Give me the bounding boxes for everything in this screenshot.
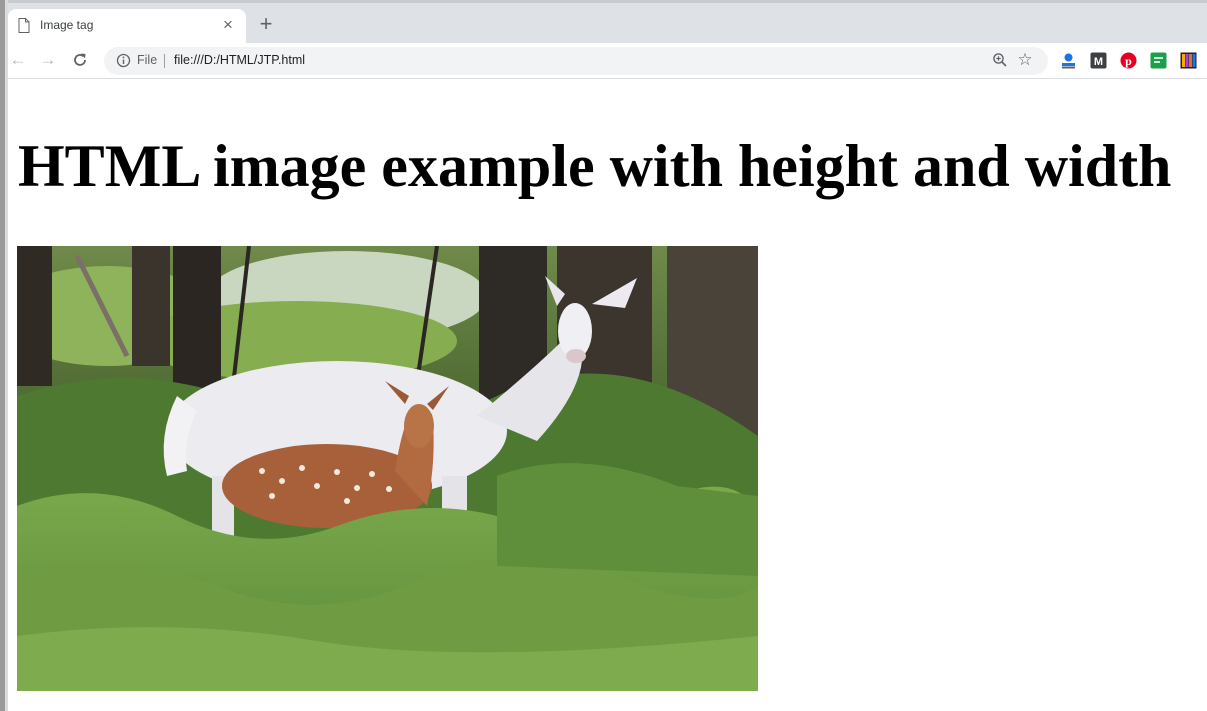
browser-toolbar: ← → File file:///D:/HTML/JTP.html ☆ M p	[8, 43, 1207, 79]
close-icon[interactable]: ×	[220, 15, 236, 35]
info-icon[interactable]	[116, 53, 131, 68]
address-bar[interactable]: File file:///D:/HTML/JTP.html ☆	[104, 47, 1048, 75]
tab-title: Image tag	[40, 18, 94, 32]
page-icon	[18, 18, 30, 33]
tab-image-tag[interactable]: Image tag ×	[8, 9, 246, 43]
person-extension-icon[interactable]	[1060, 52, 1077, 69]
plus-icon[interactable]: +	[256, 13, 276, 35]
page-viewport: HTML image example with height and width	[8, 80, 1207, 711]
green-extension-icon[interactable]	[1150, 52, 1167, 69]
colorful-extension-icon[interactable]	[1180, 52, 1197, 69]
reload-icon[interactable]	[72, 52, 88, 68]
svg-text:p: p	[1125, 54, 1132, 68]
url-text[interactable]: file:///D:/HTML/JTP.html	[174, 53, 305, 67]
window-left-edge	[0, 0, 8, 711]
zoom-icon[interactable]	[992, 52, 1008, 68]
address-separator	[164, 54, 165, 68]
m-extension-icon[interactable]: M	[1090, 52, 1107, 69]
svg-text:M: M	[1094, 56, 1103, 68]
page-heading: HTML image example with height and width	[18, 133, 1172, 199]
back-arrow-icon[interactable]: ←	[8, 49, 28, 71]
scheme-label: File	[137, 53, 158, 67]
tab-strip: Image tag × +	[8, 0, 1207, 43]
deer-photo	[17, 246, 758, 691]
pinterest-extension-icon[interactable]: p	[1120, 52, 1137, 69]
star-icon[interactable]: ☆	[1016, 49, 1034, 71]
forward-arrow-icon[interactable]: →	[38, 49, 58, 71]
